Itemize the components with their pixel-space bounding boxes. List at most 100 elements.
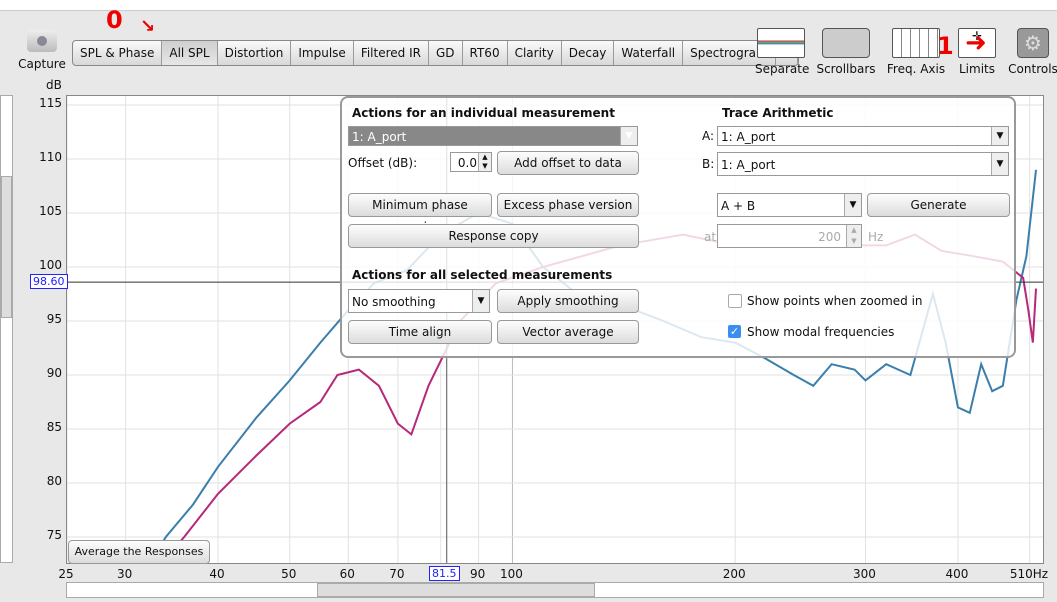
offset-label: Offset (dB): bbox=[348, 156, 418, 170]
trace-a-select[interactable]: 1: A_port ▼ bbox=[717, 126, 1009, 146]
controls-panel: Actions for an individual measurement 1:… bbox=[340, 96, 1016, 358]
measurement-select[interactable]: 1: A_port ▼ bbox=[348, 126, 638, 146]
show-points-label: Show points when zoomed in bbox=[747, 294, 923, 308]
scrollbars-button[interactable]: Scrollbars bbox=[815, 28, 877, 76]
offset-value: 0.0 bbox=[457, 156, 477, 170]
cursor-x-readout: 81.5 bbox=[429, 566, 460, 581]
annotation-0: 0 bbox=[106, 6, 123, 34]
y-axis-unit: dB bbox=[46, 78, 62, 92]
x-tick-label: 510Hz bbox=[1009, 567, 1049, 581]
add-offset-button[interactable]: Add offset to data bbox=[497, 151, 639, 175]
minimum-phase-button[interactable]: Minimum phase version bbox=[348, 193, 492, 234]
stepper-icon[interactable]: ▲ ▼ bbox=[846, 225, 861, 247]
x-tick-label: 60 bbox=[339, 567, 355, 581]
hz-label: Hz bbox=[868, 230, 884, 244]
measurement-value: 1: A_port bbox=[352, 130, 407, 144]
a-label: A: bbox=[702, 129, 715, 143]
response-copy-button[interactable]: Response copy bbox=[348, 224, 639, 248]
chevron-down-icon: ▼ bbox=[472, 290, 489, 312]
tab-clarity[interactable]: Clarity bbox=[508, 41, 562, 65]
trace-b-value: 1: A_port bbox=[721, 158, 776, 172]
y-tick-label: 110 bbox=[39, 150, 62, 164]
separate-label: Separate bbox=[755, 62, 810, 76]
freq-axis-icon bbox=[892, 28, 940, 58]
tab-spl-phase[interactable]: SPL & Phase bbox=[73, 41, 163, 65]
tab-impulse[interactable]: Impulse bbox=[291, 41, 354, 65]
arrow-icon: ↘ bbox=[140, 16, 156, 37]
tab-all-spl[interactable]: All SPL bbox=[162, 41, 218, 65]
y-tick-label: 100 bbox=[39, 258, 62, 272]
x-tick-label: 200 bbox=[722, 567, 746, 581]
x-tick-label: 25 bbox=[58, 567, 74, 581]
operation-select[interactable]: A + B ▼ bbox=[717, 193, 862, 217]
offset-stepper[interactable]: 0.0 ▲ ▼ bbox=[450, 152, 492, 172]
all-selected-title: Actions for all selected measurements bbox=[352, 268, 613, 282]
capture-button[interactable]: Capture bbox=[18, 30, 66, 71]
y-tick-label: 90 bbox=[46, 366, 62, 380]
x-tick-label: 400 bbox=[945, 567, 969, 581]
x-tick-label: 300 bbox=[853, 567, 876, 581]
y-tick-label: 85 bbox=[46, 420, 62, 434]
separate-icon bbox=[757, 28, 805, 58]
trace-b-select[interactable]: 1: A_port ▼ bbox=[717, 152, 1009, 176]
freq-axis-label: Freq. Axis bbox=[886, 62, 946, 76]
average-responses-button[interactable]: Average the Responses bbox=[68, 540, 210, 564]
at-frequency-value: 200 bbox=[818, 230, 841, 244]
x-tick-label: 30 bbox=[116, 567, 133, 581]
operation-value: A + B bbox=[721, 199, 756, 213]
generate-button[interactable]: Generate bbox=[867, 193, 1010, 217]
y-tick-label: 95 bbox=[46, 312, 62, 326]
gear-icon: ⚙ bbox=[1017, 28, 1049, 58]
arrow-icon: ➜ bbox=[965, 28, 987, 58]
x-tick-label: 50 bbox=[281, 567, 297, 581]
excess-phase-button[interactable]: Excess phase version bbox=[497, 193, 639, 217]
x-tick-label: 40 bbox=[209, 567, 225, 581]
y-tick-label: 115 bbox=[39, 96, 62, 110]
at-label: at bbox=[704, 230, 717, 244]
chevron-down-icon: ▼ bbox=[844, 194, 861, 216]
apply-smoothing-button[interactable]: Apply smoothing bbox=[497, 289, 639, 313]
tab-gd[interactable]: GD bbox=[429, 41, 463, 65]
time-align-button[interactable]: Time align bbox=[348, 320, 492, 344]
show-points-checkbox[interactable] bbox=[728, 294, 742, 308]
top-strip bbox=[0, 0, 1057, 11]
camera-icon bbox=[27, 30, 57, 52]
b-label: B: bbox=[702, 157, 715, 171]
stepper-icon[interactable]: ▲ ▼ bbox=[478, 153, 491, 171]
scrollbars-label: Scrollbars bbox=[816, 62, 876, 76]
x-tick-label: 70 bbox=[389, 567, 405, 581]
trace-a-value: 1: A_port bbox=[721, 130, 776, 144]
scrollbars-icon bbox=[822, 28, 870, 58]
capture-label: Capture bbox=[18, 57, 66, 71]
vertical-scrollbar[interactable] bbox=[0, 95, 13, 563]
x-tick-label: 90 bbox=[469, 567, 486, 581]
y-tick-label: 105 bbox=[39, 204, 62, 218]
tab-filtered-ir[interactable]: Filtered IR bbox=[354, 41, 429, 65]
chevron-down-icon: ▼ bbox=[991, 153, 1008, 175]
smoothing-select[interactable]: No smoothing ▼ bbox=[348, 289, 490, 313]
chevron-down-icon: ▼ bbox=[620, 127, 637, 145]
vector-average-button[interactable]: Vector average bbox=[497, 320, 639, 344]
trace-arithmetic-title: Trace Arithmetic bbox=[722, 106, 834, 120]
cursor-y-readout: 98.60 bbox=[30, 274, 68, 289]
controls-label: Controls bbox=[1008, 62, 1057, 76]
tab-distortion[interactable]: Distortion bbox=[218, 41, 292, 65]
individual-title: Actions for an individual measurement bbox=[352, 106, 615, 120]
show-modal-checkbox[interactable]: ✓ bbox=[728, 325, 741, 338]
controls-button[interactable]: ⚙ Controls bbox=[1008, 28, 1057, 76]
y-tick-label: 80 bbox=[46, 474, 62, 488]
x-tick-label: 100 bbox=[500, 567, 523, 581]
separate-button[interactable]: Separate bbox=[755, 28, 810, 76]
y-tick-label: 75 bbox=[46, 528, 62, 542]
chevron-down-icon: ▼ bbox=[991, 127, 1008, 145]
horizontal-scrollbar[interactable] bbox=[66, 582, 1044, 598]
limits-label: Limits bbox=[959, 62, 995, 76]
annotation-1: 1 bbox=[937, 32, 954, 60]
tab-rt60[interactable]: RT60 bbox=[463, 41, 508, 65]
at-frequency-stepper[interactable]: 200 ▲ ▼ bbox=[717, 224, 862, 248]
view-tabs: SPL & Phase All SPL Distortion Impulse Filte… bbox=[72, 40, 800, 66]
show-modal-label: Show modal frequencies bbox=[747, 325, 895, 339]
tab-waterfall[interactable]: Waterfall bbox=[614, 41, 684, 65]
smoothing-value: No smoothing bbox=[352, 295, 436, 309]
tab-decay[interactable]: Decay bbox=[562, 41, 615, 65]
